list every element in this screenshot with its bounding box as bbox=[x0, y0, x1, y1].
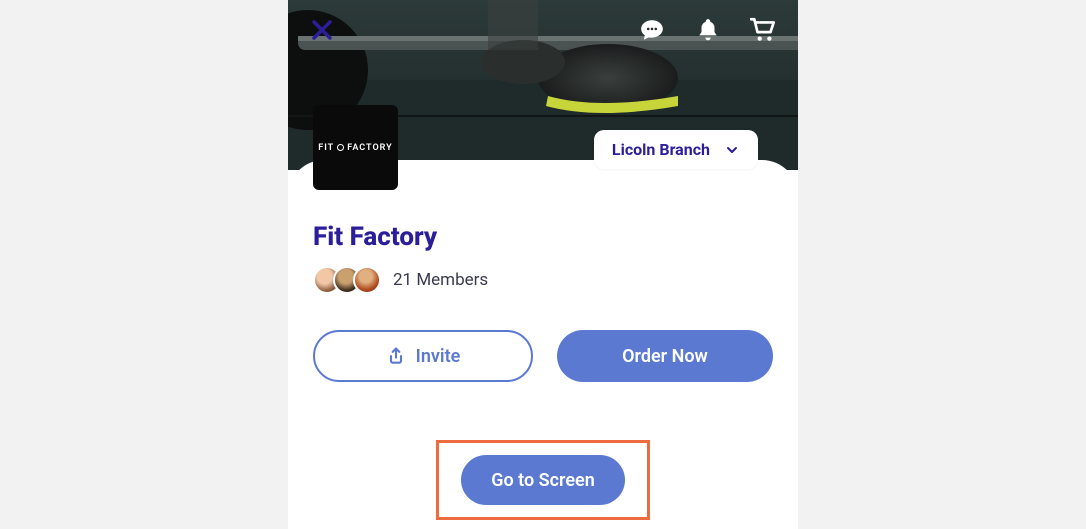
members-count: 21 Members bbox=[393, 270, 488, 290]
highlight-box: Go to Screen bbox=[436, 440, 650, 520]
order-label: Order Now bbox=[622, 346, 708, 367]
invite-button[interactable]: Invite bbox=[313, 330, 533, 382]
logo-ring-icon bbox=[337, 144, 344, 151]
logo-text: FIT FACTORY bbox=[318, 143, 392, 153]
content-card: FIT FACTORY Licoln Branch Fit Factory 21… bbox=[288, 160, 798, 529]
go-to-screen-button[interactable]: Go to Screen bbox=[461, 455, 625, 505]
go-row: Go to Screen bbox=[313, 440, 773, 520]
close-icon bbox=[310, 18, 334, 42]
go-label: Go to Screen bbox=[491, 470, 595, 491]
top-bar-icons bbox=[638, 16, 778, 44]
branch-label: Licoln Branch bbox=[612, 140, 710, 159]
chat-button[interactable] bbox=[638, 16, 666, 44]
bell-icon bbox=[695, 17, 721, 43]
logo-word-1: FIT bbox=[318, 143, 334, 153]
member-avatars bbox=[313, 266, 381, 294]
top-bar bbox=[308, 16, 778, 44]
notifications-button[interactable] bbox=[694, 16, 722, 44]
order-now-button[interactable]: Order Now bbox=[557, 330, 773, 382]
cart-button[interactable] bbox=[750, 16, 778, 44]
chevron-down-icon bbox=[724, 142, 740, 158]
branch-selector[interactable]: Licoln Branch bbox=[594, 130, 758, 169]
logo-word-2: FACTORY bbox=[347, 143, 393, 153]
avatar bbox=[353, 266, 381, 294]
close-button[interactable] bbox=[308, 16, 336, 44]
cta-row: Invite Order Now bbox=[313, 330, 773, 382]
cart-icon bbox=[750, 16, 778, 44]
mobile-screen: FIT FACTORY Licoln Branch Fit Factory 21… bbox=[288, 0, 798, 529]
share-icon bbox=[386, 346, 406, 366]
chat-icon bbox=[639, 17, 665, 43]
business-logo: FIT FACTORY bbox=[313, 105, 398, 190]
invite-label: Invite bbox=[416, 346, 461, 367]
members-row: 21 Members bbox=[313, 266, 773, 294]
